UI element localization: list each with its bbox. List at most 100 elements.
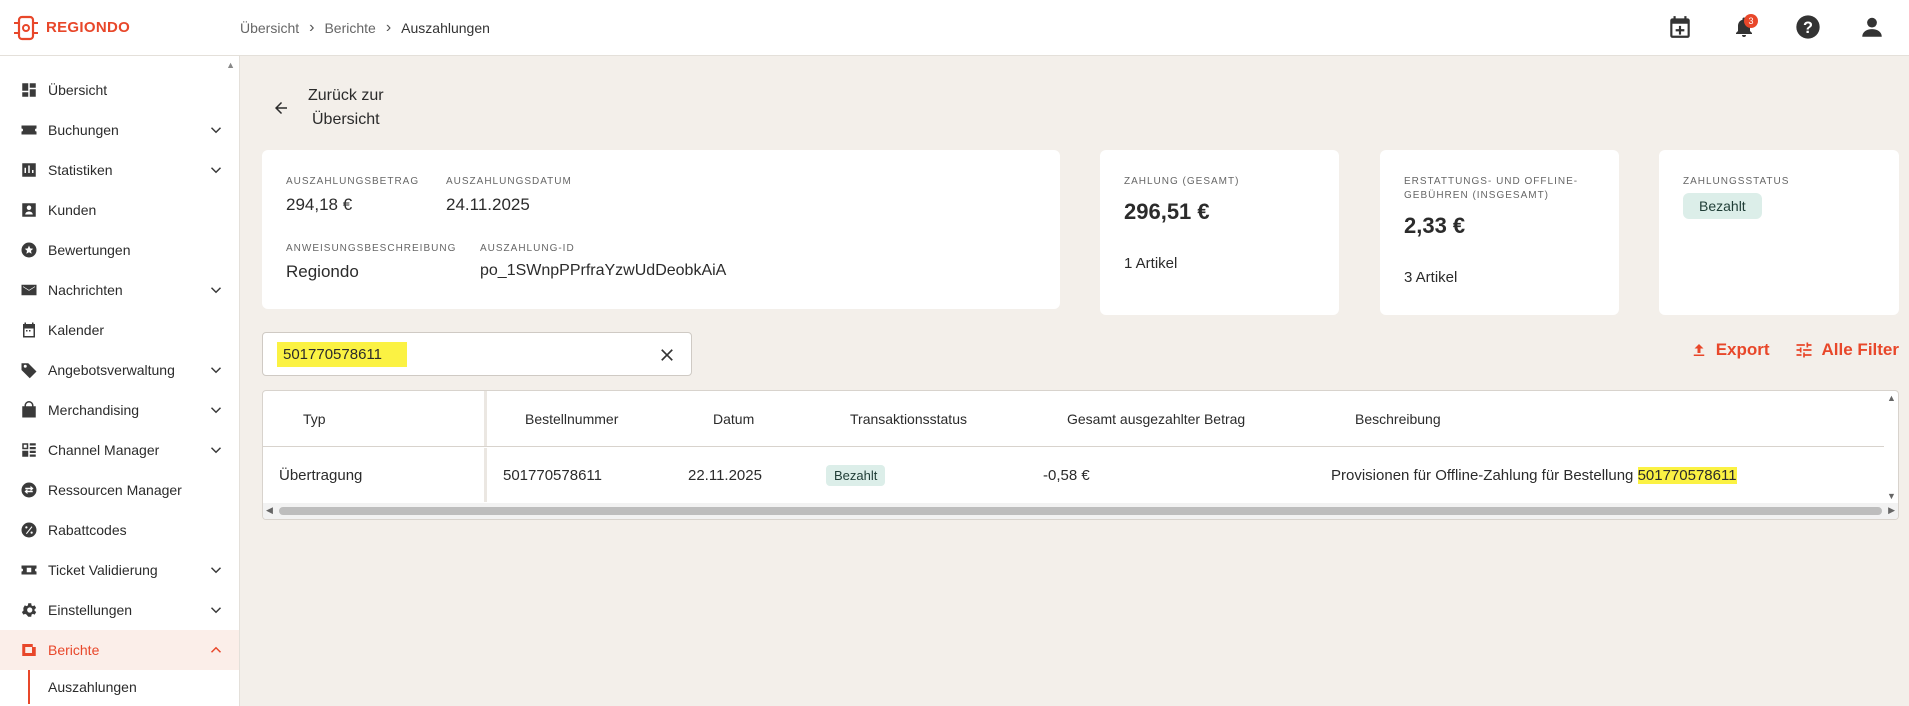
header-betrag[interactable]: Gesamt ausgezahlter Betrag xyxy=(1067,411,1245,427)
sidebar-item-nachrichten[interactable]: Nachrichten xyxy=(0,270,239,310)
sidebar-item-rabattcodes[interactable]: Rabattcodes xyxy=(0,510,239,550)
search-input[interactable] xyxy=(277,341,407,367)
fees-label-line1: Erstattungs- und Offline- xyxy=(1404,176,1579,187)
header-datum[interactable]: Datum xyxy=(713,411,754,427)
swap-icon xyxy=(18,479,40,501)
back-label: Zurück zur Übersicht xyxy=(308,84,384,132)
all-filters-button[interactable]: Alle Filter xyxy=(1794,340,1899,360)
help-icon: ? xyxy=(1796,15,1820,39)
sidebar-item-merchandising[interactable]: Merchandising xyxy=(0,390,239,430)
sidebar-subitem-auszahlungen[interactable]: Auszahlungen xyxy=(0,670,239,704)
header-typ[interactable]: Typ xyxy=(263,391,487,446)
sidebar-item-label: Nachrichten xyxy=(48,282,123,298)
table-row[interactable]: Übertragung 501770578611 22.11.2025 Beza… xyxy=(263,448,1884,502)
add-event-button[interactable] xyxy=(1663,10,1697,44)
total-payment-value: 296,51 € xyxy=(1124,199,1210,224)
sidebar-nav: Übersicht Buchungen Statistiken Kunden Bewer… xyxy=(0,56,239,704)
tag-icon xyxy=(18,359,40,381)
notifications-button[interactable]: 3 xyxy=(1727,10,1761,44)
cell-typ: Übertragung xyxy=(263,448,487,502)
close-icon[interactable] xyxy=(657,345,677,365)
header-beschreibung[interactable]: Beschreibung xyxy=(1355,411,1441,427)
total-payment-label: Zahlung (gesamt) xyxy=(1124,176,1240,187)
breadcrumb-uebersicht[interactable]: Übersicht xyxy=(240,20,299,36)
header-transaktionsstatus[interactable]: Transaktionsstatus xyxy=(850,411,967,427)
logo-text: REGIONDO xyxy=(46,19,131,36)
account-button[interactable] xyxy=(1855,10,1889,44)
dashboard-icon xyxy=(18,79,40,101)
help-button[interactable]: ? xyxy=(1791,10,1825,44)
chevron-right-icon: › xyxy=(309,18,315,36)
sidebar-item-label: Rabattcodes xyxy=(48,522,127,538)
top-bar: REGIONDO Übersicht › Berichte › Auszahlu… xyxy=(0,0,1909,56)
breadcrumb: Übersicht › Berichte › Auszahlungen xyxy=(240,19,490,37)
back-label-line2: Übersicht xyxy=(312,111,380,128)
logo[interactable]: REGIONDO xyxy=(0,14,240,42)
sidebar-item-ticket-validierung[interactable]: Ticket Validierung xyxy=(0,550,239,590)
chevron-right-icon: › xyxy=(385,18,392,36)
main-content: Zurück zur Übersicht Auszahlungsbetrag 2… xyxy=(242,56,1909,706)
calendar-add-icon xyxy=(1670,16,1690,38)
cell-status-chip: Bezahlt xyxy=(826,464,886,486)
cell-beschreibung-match: 501770578611 xyxy=(1637,466,1737,484)
sidebar-item-kunden[interactable]: Kunden xyxy=(0,190,239,230)
table-horizontal-scrollbar[interactable]: ◀ ▶ xyxy=(263,503,1898,519)
cell-datum: 22.11.2025 xyxy=(688,466,762,484)
sidebar-item-statistiken[interactable]: Statistiken xyxy=(0,150,239,190)
arrow-left-icon xyxy=(275,102,287,114)
payout-summary-card: Auszahlungsbetrag 294,18 € Auszahlungsda… xyxy=(262,150,1060,309)
sidebar-item-buchungen[interactable]: Buchungen xyxy=(0,110,239,150)
scroll-down-icon[interactable]: ▼ xyxy=(1887,491,1896,501)
channels-icon xyxy=(18,439,40,461)
sidebar-item--bersicht[interactable]: Übersicht xyxy=(0,70,239,110)
statement-description-label: Anweisungsbeschreibung xyxy=(286,243,457,254)
back-button[interactable]: Zurück zur Übersicht xyxy=(272,84,384,132)
gear-icon xyxy=(18,599,40,621)
payout-amount-label: Auszahlungsbetrag xyxy=(286,176,420,187)
sidebar-item-einstellungen[interactable]: Einstellungen xyxy=(0,590,239,630)
search-field[interactable] xyxy=(262,332,692,376)
shopping-bag-icon xyxy=(18,399,40,421)
table-header: Typ Bestellnummer Datum Transaktionsstat… xyxy=(263,391,1884,447)
chevron-down-icon xyxy=(210,567,222,574)
user-icon xyxy=(1862,17,1882,37)
sidebar-item-label: Channel Manager xyxy=(48,442,160,458)
upload-icon xyxy=(1693,344,1704,356)
scroll-up-icon[interactable]: ▲ xyxy=(1887,393,1896,403)
chevron-down-icon xyxy=(210,287,222,294)
scroll-right-icon[interactable]: ▶ xyxy=(1888,505,1895,516)
chevron-up-icon xyxy=(210,646,222,653)
cell-betrag: -0,58 € xyxy=(1043,466,1090,484)
sidebar-item-channel-manager[interactable]: Channel Manager xyxy=(0,430,239,470)
payout-amount-value: 294,18 € xyxy=(286,195,353,214)
sidebar-item-bewertungen[interactable]: Bewertungen xyxy=(0,230,239,270)
fees-value: 2,33 € xyxy=(1404,213,1466,238)
bar-chart-icon xyxy=(18,159,40,181)
sidebar-item-label: Statistiken xyxy=(48,162,113,178)
fees-card: Erstattungs- und Offline- Gebühren (insg… xyxy=(1380,150,1619,315)
calendar-icon xyxy=(18,319,40,341)
sidebar-item-angebotsverwaltung[interactable]: Angebotsverwaltung xyxy=(0,350,239,390)
scrollbar-thumb[interactable] xyxy=(279,507,1882,515)
scroll-left-icon[interactable]: ◀ xyxy=(266,505,273,516)
statement-description-value: Regiondo xyxy=(286,262,359,281)
sidebar-item-label: Übersicht xyxy=(48,82,108,98)
back-label-line1: Zurück zur xyxy=(308,87,384,104)
sidebar-item-ressourcen-manager[interactable]: Ressourcen Manager xyxy=(0,470,239,510)
ticket-icon xyxy=(18,559,40,581)
header-bestellnummer[interactable]: Bestellnummer xyxy=(525,411,618,427)
sidebar-item-kalender[interactable]: Kalender xyxy=(0,310,239,350)
sidebar-scroll-up-icon[interactable]: ▲ xyxy=(226,60,235,70)
payout-id-label: Auszahlung-ID xyxy=(480,243,575,254)
sidebar-item-berichte[interactable]: Berichte xyxy=(0,630,239,670)
payout-date-label: Auszahlungsdatum xyxy=(446,176,572,187)
cell-bestellnummer: 501770578611 xyxy=(503,466,602,484)
cell-beschreibung: Provisionen für Offline-Zahlung für Best… xyxy=(1331,466,1737,484)
export-button[interactable]: Export xyxy=(1690,340,1770,360)
table-vertical-scrollbar[interactable]: ▲ ▼ xyxy=(1884,391,1898,503)
payout-id-value: po_1SWnpPPrfraYzwUdDeobkAiA xyxy=(480,262,727,279)
ticket-star-icon xyxy=(18,119,40,141)
breadcrumb-berichte[interactable]: Berichte xyxy=(324,20,375,36)
sidebar-item-label: Berichte xyxy=(48,642,100,658)
fees-label-line2: Gebühren (insgesamt) xyxy=(1404,190,1550,201)
